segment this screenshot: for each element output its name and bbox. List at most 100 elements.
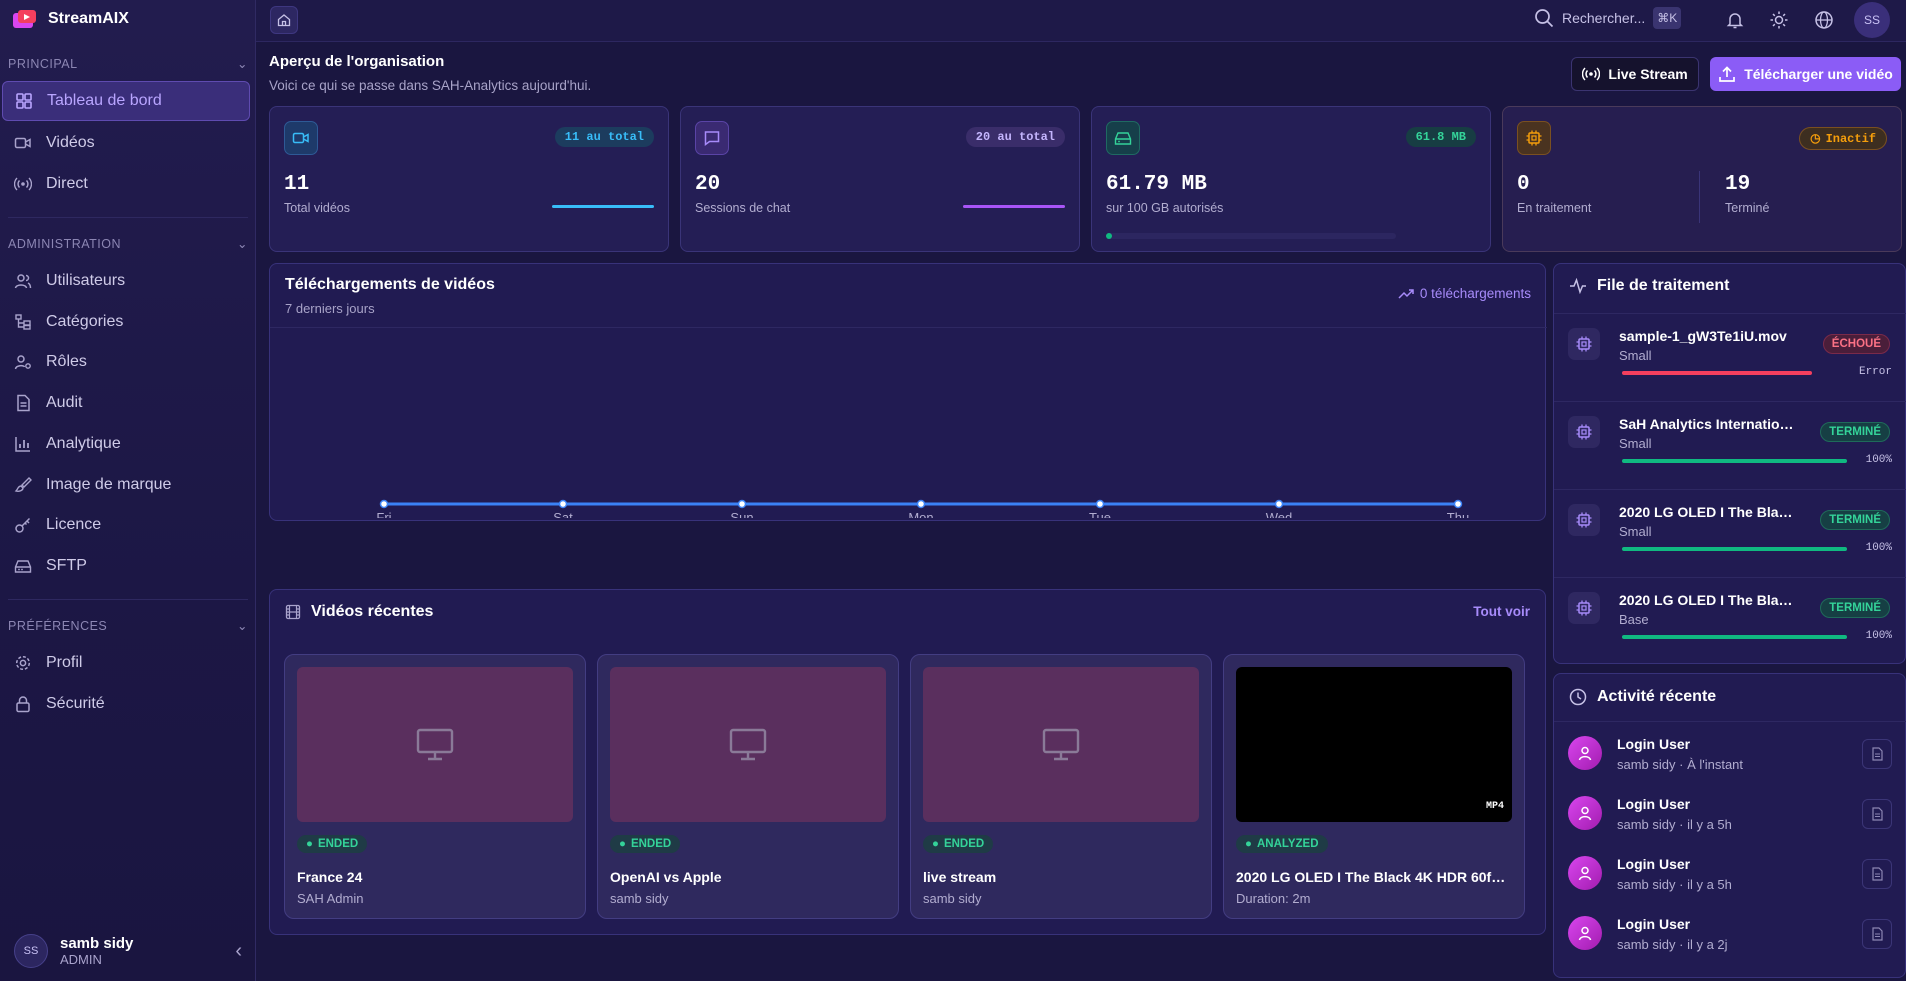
activity-action: Login User (1617, 736, 1691, 752)
user-profile[interactable]: SS samb sidy ADMIN ‹ (14, 934, 242, 968)
x-tick-label: Thu (1447, 510, 1469, 518)
document-icon[interactable] (1862, 859, 1892, 889)
drive-icon (14, 560, 32, 573)
avatar: SS (14, 934, 48, 968)
recent-activity-panel: Activité récente Login User samb sidy · … (1553, 673, 1906, 978)
monitor-icon (729, 728, 767, 760)
activity-action: Login User (1617, 916, 1691, 932)
video-icon (14, 137, 31, 149)
activity-meta: samb sidy · il y a 5h (1617, 817, 1732, 832)
stat-value: 11 (284, 173, 310, 196)
divider (8, 217, 248, 218)
user-avatar-icon (1568, 916, 1602, 950)
document-icon[interactable] (1862, 739, 1892, 769)
sidebar-item-dashboard[interactable]: Tableau de bord (2, 81, 250, 121)
activity-meta: samb sidy · À l'instant (1617, 757, 1744, 772)
queue-item[interactable]: SaH Analytics International... Small TER… (1554, 401, 1906, 489)
gear-icon (15, 655, 31, 671)
video-meta: samb sidy (610, 891, 669, 906)
chevron-down-icon: ⌄ (237, 619, 248, 633)
sidebar-item-sftp[interactable]: SFTP (2, 546, 250, 586)
stat-card-storage[interactable]: 61.8 MB 61.79 MB sur 100 GB autorisés (1091, 106, 1491, 252)
stat-label: sur 100 GB autorisés (1106, 201, 1224, 215)
sidebar-item-security[interactable]: Sécurité (2, 684, 250, 724)
sidebar-item-branding[interactable]: Image de marque (2, 465, 250, 505)
document-icon[interactable] (1862, 799, 1892, 829)
queue-item[interactable]: 2020 LG OLED I The Black ... Base TERMIN… (1554, 577, 1906, 665)
data-point[interactable] (737, 499, 747, 509)
video-thumbnail (923, 667, 1199, 822)
section-principal[interactable]: PRINCIPAL ⌄ (8, 56, 248, 72)
video-thumbnail: MP4 (1236, 667, 1512, 822)
data-point[interactable] (379, 499, 389, 509)
language-button[interactable] (1813, 9, 1835, 31)
activity-item[interactable]: Login User samb sidy · À l'instant (1554, 722, 1906, 782)
broadcast-icon (14, 177, 32, 191)
theme-toggle[interactable] (1768, 9, 1790, 31)
queue-item[interactable]: sample-1_gW3Te1iU.mov Small ÉCHOUÉ Error (1554, 313, 1906, 401)
queue-item-size: Small (1619, 348, 1652, 363)
chart-subtitle: 7 derniers jours (285, 301, 375, 316)
sidebar-item-analytics[interactable]: Analytique (2, 424, 250, 464)
sidebar-item-license[interactable]: Licence (2, 505, 250, 545)
sidebar-item-roles[interactable]: Rôles (2, 342, 250, 382)
trending-up-icon (1398, 288, 1414, 299)
home-button[interactable] (270, 6, 298, 34)
activity-item[interactable]: Login User samb sidy · il y a 5h (1554, 842, 1906, 902)
monitor-icon (1042, 728, 1080, 760)
see-all-link[interactable]: Tout voir (1473, 604, 1530, 619)
panel-title: File de traitement (1597, 277, 1730, 294)
broadcast-icon (1582, 67, 1601, 81)
activity-item[interactable]: Login User samb sidy · il y a 5h (1554, 782, 1906, 842)
sidebar-item-direct[interactable]: Direct (2, 164, 250, 204)
live-stream-button[interactable]: Live Stream (1571, 57, 1699, 91)
x-tick-label: Tue (1089, 510, 1111, 518)
stat-label: Total vidéos (284, 201, 351, 215)
x-tick-label: Wed (1266, 510, 1293, 518)
video-card[interactable]: ● ENDED OpenAI vs Apple samb sidy (597, 654, 899, 919)
section-preferences[interactable]: PRÉFÉRENCES ⌄ (8, 618, 248, 634)
document-icon[interactable] (1862, 919, 1892, 949)
sidebar-item-videos[interactable]: Vidéos (2, 123, 250, 163)
stat-badge: 61.8 MB (1405, 127, 1476, 147)
data-point[interactable] (558, 499, 568, 509)
activity-item[interactable]: Login User samb sidy · il y a 2j (1554, 902, 1906, 962)
video-card[interactable]: MP4 ● ANALYZED 2020 LG OLED I The Black 4… (1223, 654, 1525, 919)
collapse-sidebar-icon[interactable]: ‹ (235, 940, 242, 963)
stat-bar (963, 205, 1065, 208)
brand[interactable]: StreamAIX (12, 8, 129, 30)
video-icon (284, 121, 318, 155)
data-point[interactable] (1453, 499, 1463, 509)
search-input[interactable]: Rechercher... ⌘K (1534, 7, 1682, 29)
video-title: OpenAI vs Apple (610, 869, 722, 885)
sidebar-item-users[interactable]: Utilisateurs (2, 261, 250, 301)
queue-progress-label: 100% (1865, 542, 1892, 554)
stat-card-chats[interactable]: 20 au total 20 Sessions de chat (680, 106, 1080, 252)
queue-progress-bar (1622, 547, 1847, 551)
status-badge: TERMINÉ (1820, 510, 1890, 530)
queue-progress-bar (1622, 635, 1847, 639)
stat-value: 61.79 MB (1106, 173, 1207, 196)
status-badge: ÉCHOUÉ (1822, 334, 1890, 354)
user-avatar-icon (1568, 856, 1602, 890)
video-thumbnail (297, 667, 573, 822)
notifications-button[interactable] (1724, 9, 1746, 31)
stat-card-processing[interactable]: ◷ Inactif 0 En traitement 19 Terminé (1502, 106, 1902, 252)
avatar[interactable]: SS (1854, 2, 1890, 38)
upload-icon (1719, 66, 1736, 82)
section-administration[interactable]: ADMINISTRATION ⌄ (8, 236, 248, 252)
sidebar-item-profile[interactable]: Profil (2, 643, 250, 683)
sidebar-item-categories[interactable]: Catégories (2, 302, 250, 342)
sidebar: StreamAIX PRINCIPAL ⌄ Tableau de bord Vi… (0, 0, 256, 981)
video-card[interactable]: ● ENDED live stream samb sidy (910, 654, 1212, 919)
data-point[interactable] (1095, 499, 1105, 509)
stat-card-videos[interactable]: 11 au total 11 Total vidéos (269, 106, 669, 252)
queue-item[interactable]: 2020 LG OLED I The Black ... Small TERMI… (1554, 489, 1906, 577)
clock-icon: ◷ (1810, 132, 1821, 146)
data-point[interactable] (916, 499, 926, 509)
data-point[interactable] (1274, 499, 1284, 509)
sidebar-item-audit[interactable]: Audit (2, 383, 250, 423)
upload-video-button[interactable]: Télécharger une vidéo (1710, 57, 1901, 91)
video-card[interactable]: ● ENDED France 24 SAH Admin (284, 654, 586, 919)
stat-badge: 11 au total (554, 127, 654, 147)
